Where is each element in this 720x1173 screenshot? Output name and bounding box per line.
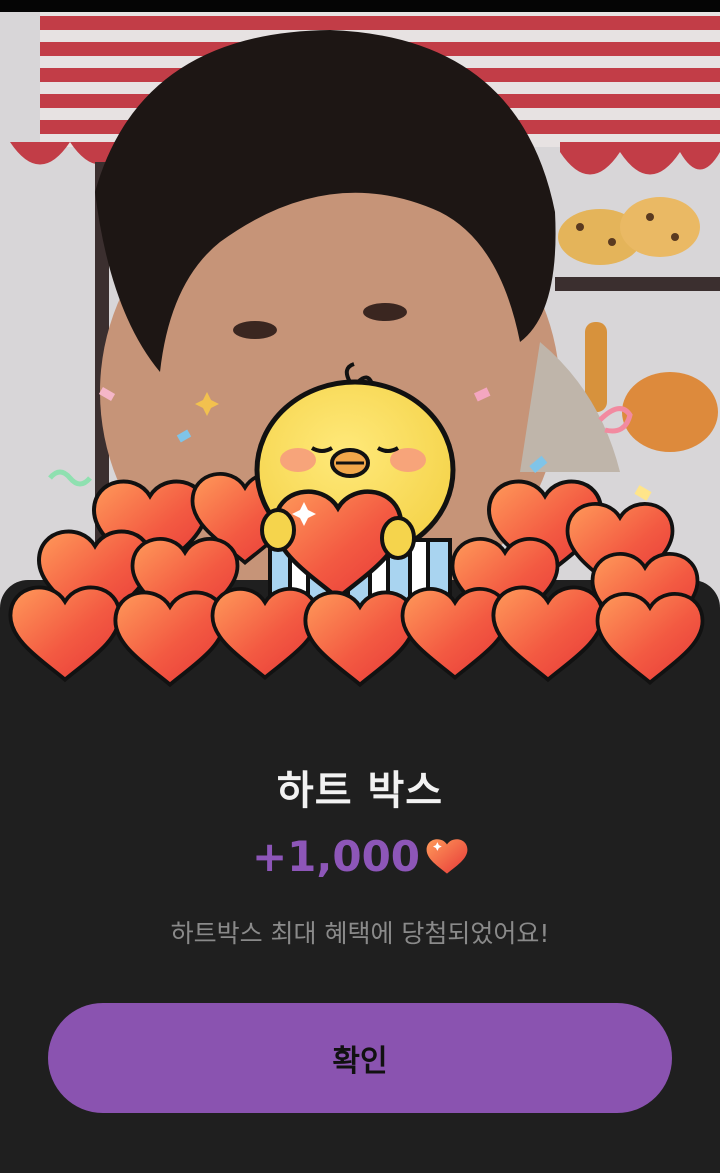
status-bar	[0, 0, 720, 12]
heart-box-illustration	[0, 360, 720, 700]
confirm-button-label: 확인	[332, 1044, 388, 1079]
reward-message: 하트박스 최대 혜택에 당첨되었어요!	[170, 919, 550, 948]
reward-amount-row: +1,000	[0, 832, 720, 881]
heart-icon	[426, 835, 468, 879]
reward-amount: +1,000	[251, 832, 421, 881]
modal-title: 하트 박스	[276, 768, 444, 814]
confirm-button[interactable]: 확인	[48, 1003, 672, 1113]
